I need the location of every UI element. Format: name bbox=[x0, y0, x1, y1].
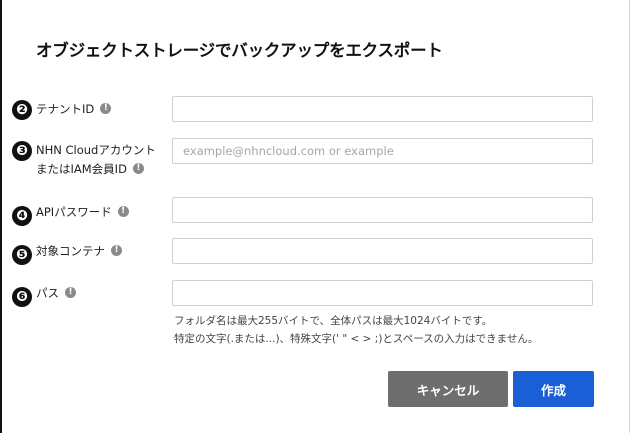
info-icon[interactable]: ! bbox=[132, 163, 144, 174]
tenant-id-label: テナントID bbox=[36, 102, 95, 116]
step-number-4: ❹ bbox=[12, 206, 32, 226]
create-button[interactable]: 作成 bbox=[513, 371, 594, 407]
path-help-line1: フォルダ名は最大255バイトで、全体パスは最大1024バイトです。 bbox=[174, 315, 493, 327]
target-container-label: 対象コンテナ bbox=[36, 244, 105, 258]
step-number-5: ❺ bbox=[12, 245, 32, 265]
path-label: パス bbox=[36, 286, 59, 300]
step-number-3: ❸ bbox=[12, 141, 32, 161]
api-password-input[interactable] bbox=[172, 197, 593, 223]
cancel-button[interactable]: キャンセル bbox=[388, 371, 508, 407]
account-id-input[interactable] bbox=[172, 138, 593, 164]
account-id-label: NHN Cloudアカウント bbox=[36, 143, 156, 157]
tenant-id-input[interactable] bbox=[172, 96, 593, 122]
export-backup-dialog: オブジェクトストレージでバックアップをエクスポート ❷ テナントID! ❸ NH… bbox=[2, 0, 629, 433]
step-number-2: ❷ bbox=[12, 100, 32, 120]
info-icon[interactable]: ! bbox=[65, 287, 76, 298]
info-icon[interactable]: ! bbox=[111, 245, 122, 256]
path-help-text: フォルダ名は最大255バイトで、全体パスは最大1024バイトです。 特定の文字(… bbox=[174, 312, 538, 348]
info-icon[interactable]: ! bbox=[117, 206, 129, 217]
path-input[interactable] bbox=[172, 280, 593, 306]
step-number-6: ❻ bbox=[12, 287, 32, 307]
path-help-line2: 特定の文字(.または...)、特殊文字(' " < > ;)とスペースの入力はで… bbox=[174, 333, 539, 345]
dialog-title: オブジェクトストレージでバックアップをエクスポート bbox=[36, 41, 443, 60]
target-container-input[interactable] bbox=[172, 238, 593, 264]
api-password-label: APIパスワード bbox=[36, 205, 112, 219]
info-icon[interactable]: ! bbox=[100, 103, 112, 114]
account-id-label-line2: またはIAM会員ID bbox=[36, 162, 127, 176]
